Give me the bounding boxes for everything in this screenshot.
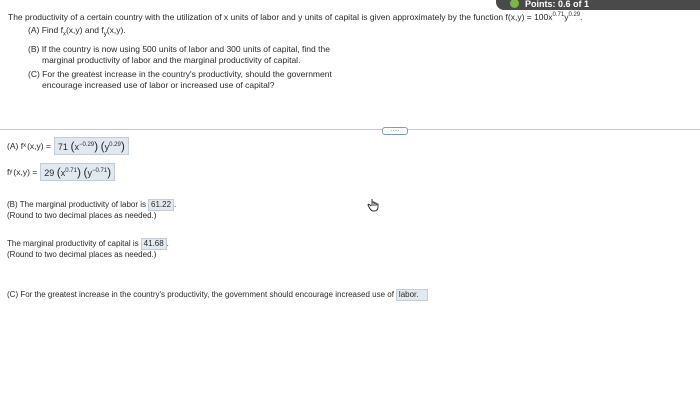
capital-answer-box[interactable]: 41.68 xyxy=(140,238,167,250)
check-icon xyxy=(510,0,519,8)
section-divider: ..... xyxy=(0,127,700,135)
fx-answer-box[interactable]: 71 (x−0.29) (y0.29) xyxy=(53,137,129,155)
capital-answer-row: The marginal productivity of capital is 4… xyxy=(7,238,169,250)
part-c-answer-row: (C) For the greatest increase in the cou… xyxy=(7,289,428,301)
points-label: Points: 0.6 of 1 xyxy=(525,0,590,9)
fx-answer-row: (A) f x (x,y) = 71 (x−0.29) (y0.29) xyxy=(7,137,129,155)
labor-answer-box[interactable]: 61.22 xyxy=(148,199,175,211)
question-intro: The productivity of a certain country wi… xyxy=(8,11,583,22)
fy-answer-row: f y (x,y) = 29 (x0.71) (y−0.71) xyxy=(7,163,116,181)
points-badge: Points: 0.6 of 1 xyxy=(496,0,700,10)
part-c-answer-select[interactable]: labor. xyxy=(395,289,428,301)
question-part-c: (C) For the greatest increase in the cou… xyxy=(28,68,332,90)
more-button[interactable]: ..... xyxy=(382,127,408,135)
question-part-a: (A) Find fx(x,y) and fy(x,y). xyxy=(28,24,126,38)
labor-round-note: (Round to two decimal places as needed.) xyxy=(7,211,157,220)
fy-answer-box[interactable]: 29 (x0.71) (y−0.71) xyxy=(40,163,116,181)
capital-round-note: (Round to two decimal places as needed.) xyxy=(7,250,157,259)
hand-cursor-icon xyxy=(367,199,379,212)
question-part-b: (B) If the country is now using 500 unit… xyxy=(28,43,330,65)
question-text: The productivity of a certain country wi… xyxy=(8,10,698,91)
labor-answer-row: (B) The marginal productivity of labor i… xyxy=(7,199,177,211)
